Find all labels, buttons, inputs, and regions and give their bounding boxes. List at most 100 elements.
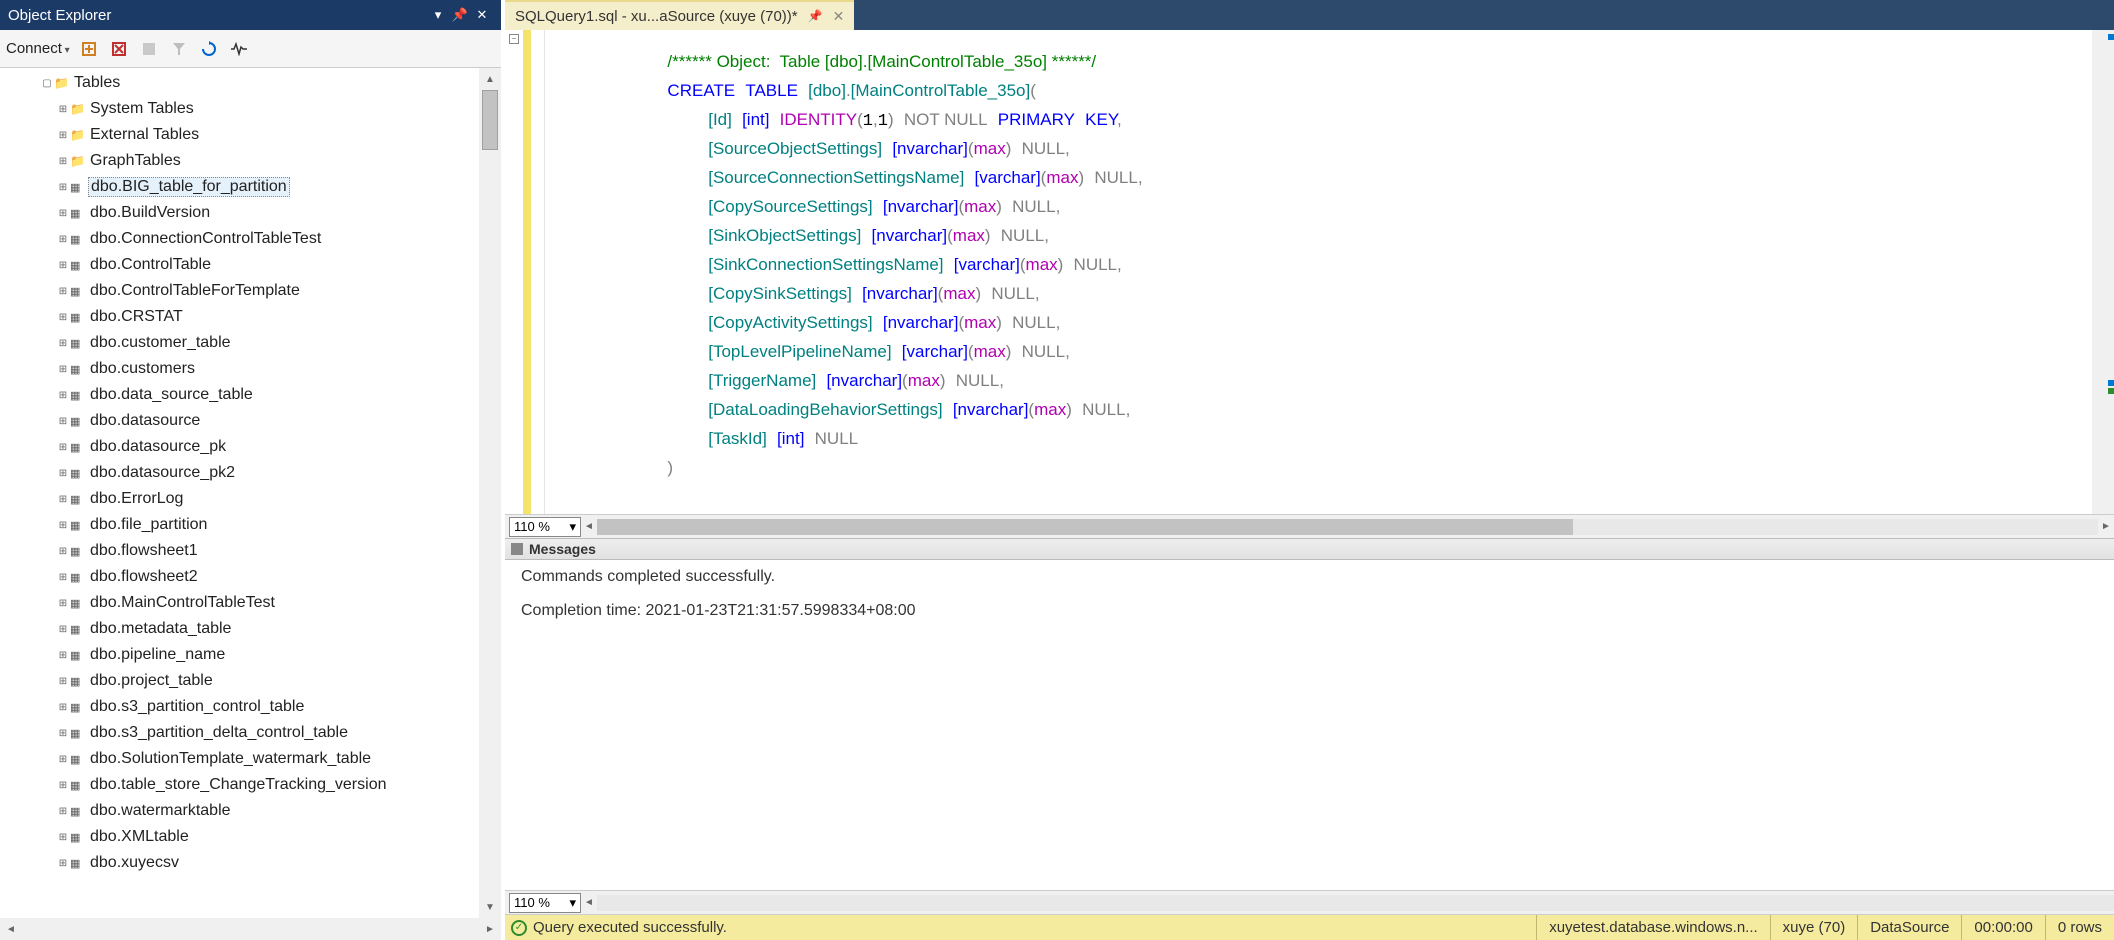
panel-dropdown-icon[interactable]: ▾	[427, 7, 449, 23]
panel-close-icon[interactable]: ✕	[471, 7, 493, 23]
tree-item[interactable]: ⊞▦dbo.BuildVersion	[40, 200, 479, 226]
panel-pin-icon[interactable]: 📌	[449, 7, 471, 23]
editor-vertical-scrollbar[interactable]	[2092, 30, 2114, 514]
tree-item[interactable]: ⊞▦dbo.file_partition	[40, 512, 479, 538]
tree-item[interactable]: ⊞📁System Tables	[40, 96, 479, 122]
tree-item[interactable]: ⊞▦dbo.s3_partition_control_table	[40, 694, 479, 720]
expand-icon[interactable]: ⊞	[56, 832, 70, 843]
messages-horizontal-scrollbar[interactable]: ◄	[581, 895, 2114, 911]
expand-icon[interactable]: ⊞	[56, 416, 70, 427]
messages-tab[interactable]: Messages	[505, 538, 2114, 560]
expand-icon[interactable]: ⊞	[56, 182, 70, 193]
editor-zoom-select[interactable]: 110 %▾	[509, 517, 581, 537]
messages-zoom-select[interactable]: 110 %▾	[509, 893, 581, 913]
editor-horizontal-scrollbar[interactable]: ◄ ►	[581, 519, 2114, 535]
tree-item[interactable]: ⊞▦dbo.BIG_table_for_partition	[40, 174, 479, 200]
expand-icon[interactable]: ⊞	[56, 780, 70, 791]
expand-icon[interactable]: ⊞	[56, 624, 70, 635]
tree-item[interactable]: ⊞📁External Tables	[40, 122, 479, 148]
disconnect-icon[interactable]	[108, 38, 130, 60]
expand-icon[interactable]: ⊞	[56, 208, 70, 219]
scroll-left-icon[interactable]: ◄	[581, 897, 597, 908]
fold-icon[interactable]: −	[509, 34, 519, 44]
expand-icon[interactable]: ⊞	[56, 234, 70, 245]
tree-item[interactable]: ⊞▦dbo.table_store_ChangeTracking_version	[40, 772, 479, 798]
tree-item[interactable]: ⊞▦dbo.ControlTableForTemplate	[40, 278, 479, 304]
expand-icon[interactable]: ⊞	[56, 442, 70, 453]
object-tree[interactable]: ▢📁Tables⊞📁System Tables⊞📁External Tables…	[0, 68, 479, 918]
scroll-thumb[interactable]	[482, 90, 498, 150]
tree-item[interactable]: ⊞▦dbo.datasource_pk	[40, 434, 479, 460]
expand-icon[interactable]: ⊞	[56, 364, 70, 375]
messages-body[interactable]: Commands completed successfully. Complet…	[505, 560, 2114, 890]
stop-icon[interactable]	[138, 38, 160, 60]
tree-item[interactable]: ⊞▦dbo.metadata_table	[40, 616, 479, 642]
tree-item[interactable]: ⊞▦dbo.MainControlTableTest	[40, 590, 479, 616]
tree-item[interactable]: ⊞▦dbo.ControlTable	[40, 252, 479, 278]
refresh-icon[interactable]	[198, 38, 220, 60]
tree-horizontal-scrollbar[interactable]: ◄ ►	[0, 918, 501, 940]
expand-icon[interactable]: ⊞	[56, 494, 70, 505]
tree-item[interactable]: ⊞▦dbo.SolutionTemplate_watermark_table	[40, 746, 479, 772]
scroll-up-icon[interactable]: ▲	[479, 68, 501, 90]
filter-icon[interactable]	[168, 38, 190, 60]
tree-item[interactable]: ⊞📁GraphTables	[40, 148, 479, 174]
expand-icon[interactable]: ⊞	[56, 598, 70, 609]
tab-close-icon[interactable]: ✕	[833, 8, 845, 25]
connect-object-explorer-icon[interactable]	[78, 38, 100, 60]
expand-icon[interactable]: ⊞	[56, 156, 70, 167]
expand-icon[interactable]: ⊞	[56, 312, 70, 323]
expand-icon[interactable]: ⊞	[56, 650, 70, 661]
tree-item[interactable]: ⊞▦dbo.customers	[40, 356, 479, 382]
activity-icon[interactable]	[228, 38, 250, 60]
tree-vertical-scrollbar[interactable]: ▲ ▼	[479, 68, 501, 918]
tree-item[interactable]: ⊞▦dbo.watermarktable	[40, 798, 479, 824]
expand-icon[interactable]: ⊞	[56, 754, 70, 765]
tree-item[interactable]: ⊞▦dbo.data_source_table	[40, 382, 479, 408]
tree-item[interactable]: ⊞▦dbo.ConnectionControlTableTest	[40, 226, 479, 252]
scroll-down-icon[interactable]: ▼	[479, 896, 501, 918]
expand-icon[interactable]: ⊞	[56, 728, 70, 739]
chevron-down-icon: ▾	[569, 519, 576, 535]
expand-icon[interactable]: ⊞	[56, 286, 70, 297]
table-icon: ▦	[70, 181, 88, 194]
tree-item[interactable]: ⊞▦dbo.datasource	[40, 408, 479, 434]
expand-icon[interactable]: ⊞	[56, 806, 70, 817]
tree-item[interactable]: ⊞▦dbo.pipeline_name	[40, 642, 479, 668]
expand-icon[interactable]: ⊞	[56, 390, 70, 401]
expand-icon[interactable]: ⊞	[56, 104, 70, 115]
code-content[interactable]: /****** Object: Table [dbo].[MainControl…	[545, 30, 2092, 514]
sql-editor[interactable]: − /****** Object: Table [dbo].[MainContr…	[505, 30, 2114, 514]
tree-item[interactable]: ⊞▦dbo.project_table	[40, 668, 479, 694]
tree-item[interactable]: ⊞▦dbo.ErrorLog	[40, 486, 479, 512]
tree-item[interactable]: ⊞▦dbo.CRSTAT	[40, 304, 479, 330]
tree-item[interactable]: ⊞▦dbo.s3_partition_delta_control_table	[40, 720, 479, 746]
tab-sqlquery1[interactable]: SQLQuery1.sql - xu...aSource (xuye (70))…	[505, 0, 854, 30]
expand-icon[interactable]: ⊞	[56, 702, 70, 713]
connect-button[interactable]: Connect ▾	[6, 40, 70, 57]
expand-icon[interactable]: ⊞	[56, 858, 70, 869]
tree-folder[interactable]: ▢📁Tables	[40, 70, 479, 96]
tree-item[interactable]: ⊞▦dbo.xuyecsv	[40, 850, 479, 876]
tree-item[interactable]: ⊞▦dbo.datasource_pk2	[40, 460, 479, 486]
expand-icon[interactable]: ⊞	[56, 338, 70, 349]
expand-icon[interactable]: ⊞	[56, 468, 70, 479]
table-icon: ▦	[70, 649, 88, 662]
tree-item[interactable]: ⊞▦dbo.customer_table	[40, 330, 479, 356]
expand-icon[interactable]: ⊞	[56, 260, 70, 271]
expand-icon[interactable]: ▢	[40, 78, 54, 89]
expand-icon[interactable]: ⊞	[56, 676, 70, 687]
expand-icon[interactable]: ⊞	[56, 130, 70, 141]
scroll-left-icon[interactable]: ◄	[0, 924, 22, 935]
scroll-right-icon[interactable]: ►	[2098, 521, 2114, 532]
tab-pin-icon[interactable]: 📌	[808, 9, 823, 23]
expand-icon[interactable]: ⊞	[56, 520, 70, 531]
tree-item[interactable]: ⊞▦dbo.flowsheet2	[40, 564, 479, 590]
expand-icon[interactable]: ⊞	[56, 572, 70, 583]
tree-item[interactable]: ⊞▦dbo.XMLtable	[40, 824, 479, 850]
tree-item[interactable]: ⊞▦dbo.flowsheet1	[40, 538, 479, 564]
scroll-thumb[interactable]	[597, 519, 1573, 535]
scroll-right-icon[interactable]: ►	[479, 924, 501, 935]
expand-icon[interactable]: ⊞	[56, 546, 70, 557]
scroll-left-icon[interactable]: ◄	[581, 521, 597, 532]
